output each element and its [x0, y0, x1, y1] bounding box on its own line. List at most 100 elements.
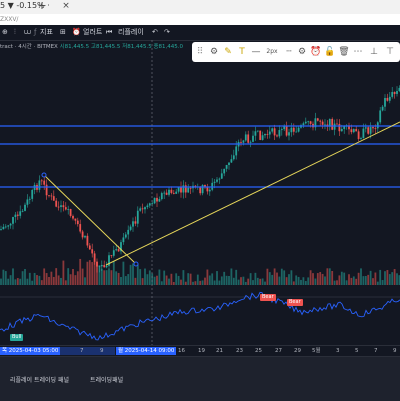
chart-type-icon[interactable]: ⩊ [24, 25, 31, 40]
volume-bar [48, 277, 50, 285]
volume-bar [295, 275, 297, 285]
candle-body [288, 132, 290, 135]
volume-bar [27, 279, 29, 285]
volume-bar [269, 272, 271, 285]
volume-bar [219, 281, 221, 285]
candle-body [363, 129, 365, 139]
volume-bar [346, 280, 348, 285]
candle-body [168, 190, 170, 195]
volume-bar [243, 277, 245, 285]
close-tab-icon[interactable]: × [60, 0, 72, 12]
more-icon[interactable]: ⋯ [352, 42, 364, 62]
candle-body [29, 199, 31, 200]
templates-icon[interactable]: ⊞ [60, 25, 66, 40]
volume-bar [226, 276, 228, 285]
line-width-button[interactable]: 2px [262, 42, 282, 62]
volume-bar [101, 269, 103, 285]
candle-body [271, 128, 273, 131]
alerts-button[interactable]: 얼러트 [83, 25, 102, 40]
candle-body [72, 216, 74, 219]
candle-body [214, 182, 216, 183]
candle-body [190, 188, 192, 189]
volume-bar [12, 268, 14, 285]
volume-bar [267, 269, 269, 285]
pin-icon[interactable]: ⊥ [368, 42, 380, 62]
volume-bar [223, 272, 225, 285]
candle-body [382, 107, 384, 111]
candle-body [79, 224, 81, 231]
volume-bar [130, 265, 132, 285]
candle-body [219, 179, 221, 180]
candle-body [22, 211, 24, 212]
candle-body [55, 201, 57, 207]
candle-body [262, 135, 264, 140]
candle-body [19, 211, 21, 215]
volume-bar [324, 276, 326, 285]
volume-bar [159, 270, 161, 285]
time-tick: 5월 [312, 346, 321, 356]
undo-icon[interactable]: ↶ [152, 25, 158, 40]
volume-bar [132, 263, 134, 285]
dash-style-icon[interactable]: ┄ [284, 42, 294, 62]
volume-bar [257, 278, 259, 285]
bar-style-icon[interactable]: ⫶ [14, 25, 16, 40]
volume-bar [161, 281, 163, 285]
new-tab-icon[interactable]: + [36, 0, 48, 12]
chart-legend: tract · 4시간 · BITMEX 시81,445.5 고81,445.5… [0, 42, 183, 50]
alerts-icon[interactable]: ⏰ [72, 25, 81, 40]
candle-body [58, 207, 60, 208]
price-chart[interactable] [0, 40, 400, 345]
candle-body [298, 128, 300, 132]
candle-body [389, 97, 391, 101]
replay-trading-panel-tab[interactable]: 리플레이 트레이딩 패널 [10, 375, 69, 384]
toolbar-close-icon[interactable]: ⊤ [384, 42, 396, 62]
volume-bar [175, 273, 177, 285]
volume-bar [389, 274, 391, 285]
candle-body [3, 227, 5, 229]
replay-icon[interactable]: ⏮ [106, 25, 112, 40]
candle-body [279, 130, 281, 136]
compare-icon[interactable]: ⊕ [2, 25, 8, 40]
volume-bar [240, 277, 242, 285]
volume-bar [319, 272, 321, 285]
volume-bar [259, 279, 261, 285]
candle-body [245, 134, 247, 140]
line-color-icon[interactable]: ✎ [222, 42, 234, 62]
candle-body [257, 131, 259, 132]
volume-bar [360, 268, 362, 285]
candle-body [82, 232, 84, 238]
redo-icon[interactable]: ↷ [164, 25, 170, 40]
volume-bar [94, 261, 96, 285]
candle-body [334, 124, 336, 130]
symbol-info: tract · 4시간 · BITMEX [0, 44, 58, 50]
trendline-handle [42, 173, 46, 177]
candle-body [396, 91, 398, 94]
indicators-icon[interactable]: ƒ [34, 25, 36, 40]
candle-body [87, 236, 89, 246]
settings-icon[interactable]: ⚙ [296, 42, 308, 62]
drag-handle-icon[interactable]: ⠿ [194, 42, 206, 62]
volume-bar [233, 278, 235, 285]
candle-body [144, 207, 146, 209]
volume-bar [91, 262, 93, 285]
delete-icon[interactable]: 🗑 [338, 42, 350, 62]
candle-body [365, 127, 367, 128]
alert-icon[interactable]: ⏰ [310, 42, 322, 62]
candle-body [216, 180, 218, 182]
volume-bar [207, 270, 209, 285]
line-style-icon[interactable]: — [250, 42, 262, 62]
volume-bar [358, 273, 360, 285]
candle-body [286, 126, 288, 135]
volume-bar [135, 278, 137, 285]
replay-button[interactable]: 리플레이 [118, 25, 144, 40]
volume-bar [60, 278, 62, 285]
time-axis[interactable]: 목 2025-04-03 05:00 7 9 월 2025-04-14 09:0… [0, 345, 400, 356]
candle-body [135, 221, 137, 223]
indicators-button[interactable]: 지표 [40, 25, 53, 40]
trading-panel-tab[interactable]: 트레이딩패널 [90, 375, 123, 384]
text-color-icon[interactable]: T [236, 42, 248, 62]
template-icon[interactable]: ⚙ [208, 42, 220, 62]
lock-icon[interactable]: 🔓 [324, 42, 336, 62]
candle-body [161, 193, 163, 199]
candle-body [31, 190, 33, 199]
